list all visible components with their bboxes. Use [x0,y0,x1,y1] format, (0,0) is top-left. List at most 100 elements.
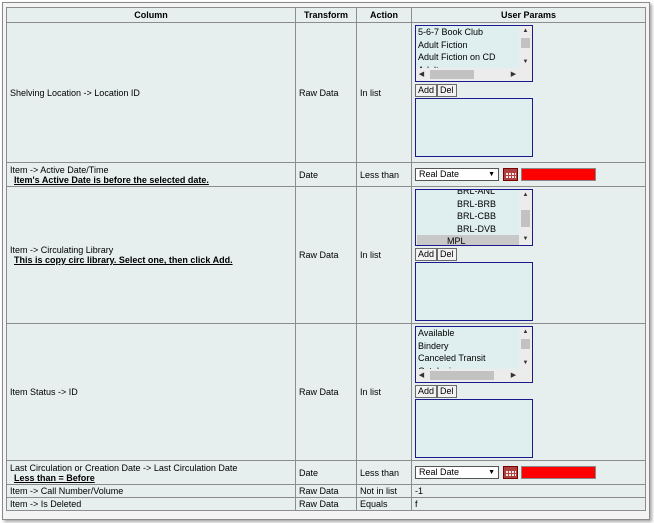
transform-cell: Raw Data [295,323,357,461]
date-input[interactable] [521,168,596,181]
action-cell: In list [356,323,412,461]
scrollbar-thumb[interactable] [430,70,474,79]
column-cell: Last Circulation or Creation Date -> Las… [6,460,296,485]
column-hint: This is copy circ library. Select one, t… [14,255,233,265]
column-label: Item -> Circulating Library [10,245,114,255]
list-option[interactable]: BRL-CBB [417,210,519,223]
column-label: Item -> Active Date/Time [10,164,109,175]
list-option[interactable]: Available [417,327,519,340]
column-cell: Item Status -> ID [6,323,296,461]
header-user-params: User Params [411,7,646,23]
user-params-cell: 5-6-7 Book Club Adult Fiction Adult Fict… [411,22,646,163]
date-input[interactable] [521,466,596,479]
dropdown-caret-icon: ▼ [488,171,495,178]
action-cell: Less than [356,162,412,187]
scroll-right-icon[interactable]: ▶ [508,68,519,81]
header-column: Column [6,7,296,23]
selected-values-box[interactable] [415,262,533,321]
date-type-select[interactable]: Real Date ▼ [415,466,499,479]
list-option-selected[interactable]: MPL [417,235,519,245]
user-params-cell: Available Bindery Canceled Transit Catal… [411,323,646,461]
transform-cell: Raw Data [295,497,357,511]
table-row: Item -> Call Number/Volume Raw Data Not … [6,484,646,498]
user-params-cell: Real Date ▼ [411,162,646,187]
selected-values-box[interactable] [415,98,533,157]
horizontal-scrollbar[interactable]: ◀ ▶ [416,369,519,382]
circ-library-listbox[interactable]: BRL-ANL BRL-BRB BRL-CBB BRL-DVB MPL ▲ ▼ [415,189,533,246]
table-header-row: Column Transform Action User Params [6,7,646,23]
column-cell: Item -> Call Number/Volume [6,484,296,498]
del-button[interactable]: Del [437,385,457,398]
user-params-cell: BRL-ANL BRL-BRB BRL-CBB BRL-DVB MPL ▲ ▼ … [411,186,646,324]
action-cell: Not in list [356,484,412,498]
scrollbar-thumb[interactable] [521,38,530,48]
table-row: Item -> Active Date/Time Item's Active D… [6,162,646,187]
table-row: Item -> Is Deleted Raw Data Equals f [6,497,646,511]
del-button[interactable]: Del [437,248,457,261]
column-label: Last Circulation or Creation Date -> Las… [10,462,238,473]
header-action: Action [356,7,412,23]
list-buttons: Add Del [415,248,642,261]
scroll-left-icon[interactable]: ◀ [416,68,427,81]
action-cell: In list [356,186,412,324]
column-cell: Item -> Active Date/Time Item's Active D… [6,162,296,187]
transform-cell: Date [295,162,357,187]
transform-cell: Raw Data [295,186,357,324]
transform-cell: Date [295,460,357,485]
add-button[interactable]: Add [415,84,438,97]
scroll-up-icon[interactable]: ▲ [519,327,532,338]
date-type-select[interactable]: Real Date ▼ [415,168,499,181]
table-row: Item Status -> ID Raw Data In list Avail… [6,323,646,461]
list-option[interactable]: 5-6-7 Book Club [417,26,519,39]
dropdown-caret-icon: ▼ [488,469,495,476]
scrollbar-corner [519,369,532,382]
list-option[interactable]: BRL-BRB [417,198,519,211]
list-buttons: Add Del [415,84,642,97]
scrollbar-thumb[interactable] [430,371,494,380]
transform-cell: Raw Data [295,484,357,498]
table-row: Shelving Location -> Location ID Raw Dat… [6,22,646,163]
column-cell: Shelving Location -> Location ID [6,22,296,163]
add-button[interactable]: Add [415,248,438,261]
scroll-down-icon[interactable]: ▼ [519,57,532,68]
scroll-right-icon[interactable]: ▶ [508,369,519,382]
report-columns-table: Column Transform Action User Params Shel… [6,7,646,511]
column-hint: Item's Active Date is before the selecte… [14,174,209,185]
list-option[interactable]: Adult Fiction on CD [417,51,519,64]
scrollbar-thumb[interactable] [521,339,530,349]
selected-values-box[interactable] [415,399,533,458]
list-option[interactable]: Canceled Transit [417,352,519,365]
action-cell: In list [356,22,412,163]
column-hint: Less than = Before [14,472,95,483]
column-cell: Item -> Circulating Library This is copy… [6,186,296,324]
calendar-icon[interactable] [503,466,518,479]
column-cell: Item -> Is Deleted [6,497,296,511]
scroll-down-icon[interactable]: ▼ [519,234,532,245]
shelving-location-listbox[interactable]: 5-6-7 Book Club Adult Fiction Adult Fict… [415,25,533,82]
list-option[interactable]: BRL-ANL [417,190,519,198]
table-row: Last Circulation or Creation Date -> Las… [6,460,646,485]
header-transform: Transform [295,7,357,23]
scrollbar-thumb[interactable] [521,210,530,227]
scrollbar-corner [519,68,532,81]
scroll-down-icon[interactable]: ▼ [519,358,532,369]
report-params-panel: Column Transform Action User Params Shel… [2,2,650,520]
action-cell: Equals [356,497,412,511]
scroll-up-icon[interactable]: ▲ [519,26,532,37]
list-option[interactable]: Adult Fiction [417,39,519,52]
list-option[interactable]: Bindery [417,340,519,353]
del-button[interactable]: Del [437,84,457,97]
list-option[interactable]: BRL-DVB [417,223,519,236]
item-status-listbox[interactable]: Available Bindery Canceled Transit Catal… [415,326,533,383]
scroll-up-icon[interactable]: ▲ [519,190,532,201]
user-params-cell: Real Date ▼ [411,460,646,485]
add-button[interactable]: Add [415,385,438,398]
table-row: Item -> Circulating Library This is copy… [6,186,646,324]
transform-cell: Raw Data [295,22,357,163]
param-value: -1 [411,484,646,498]
calendar-icon[interactable] [503,168,518,181]
vertical-scrollbar[interactable]: ▲ ▼ [519,190,532,245]
scroll-left-icon[interactable]: ◀ [416,369,427,382]
list-buttons: Add Del [415,385,642,398]
horizontal-scrollbar[interactable]: ◀ ▶ [416,68,519,81]
